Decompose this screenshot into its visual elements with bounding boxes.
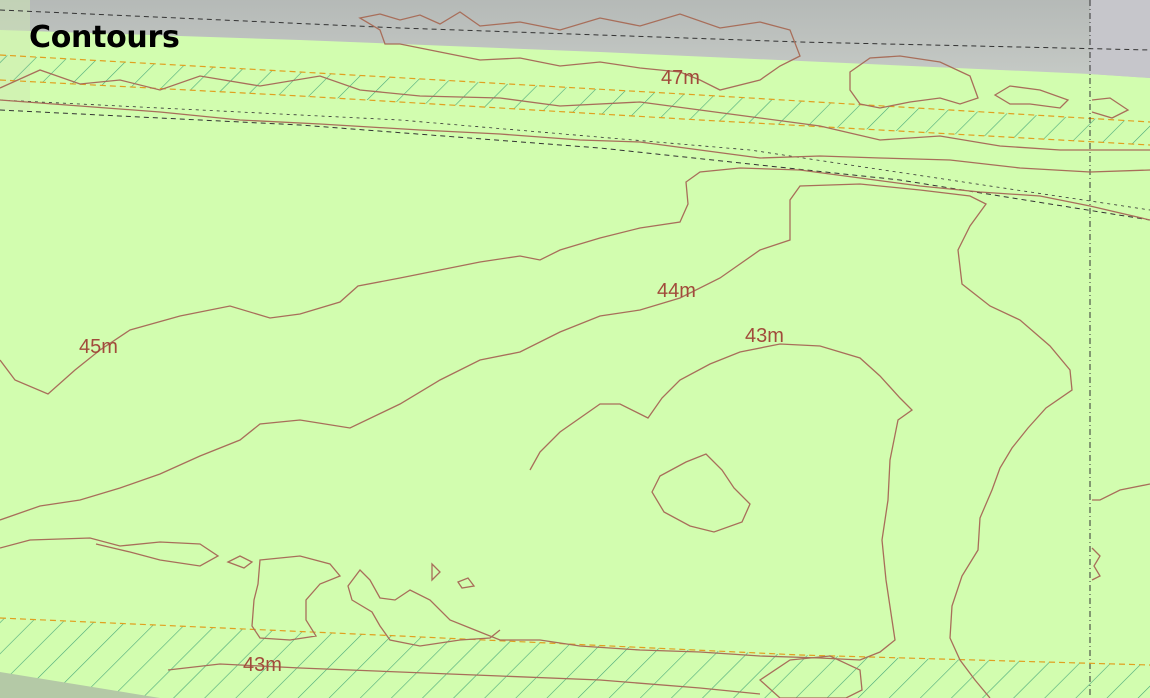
panel-title: Contours <box>29 20 180 55</box>
contour-label-45m: 45m <box>79 336 118 358</box>
contour-label-43m-centre: 43m <box>745 325 784 347</box>
contour-map[interactable]: 47m 44m 45m 43m 43m <box>0 0 1150 698</box>
contour-label-43m-bottom: 43m <box>243 654 282 676</box>
contour-label-44m: 44m <box>657 280 696 302</box>
road-band-right <box>1090 0 1150 78</box>
contour-label-47m: 47m <box>661 67 700 89</box>
